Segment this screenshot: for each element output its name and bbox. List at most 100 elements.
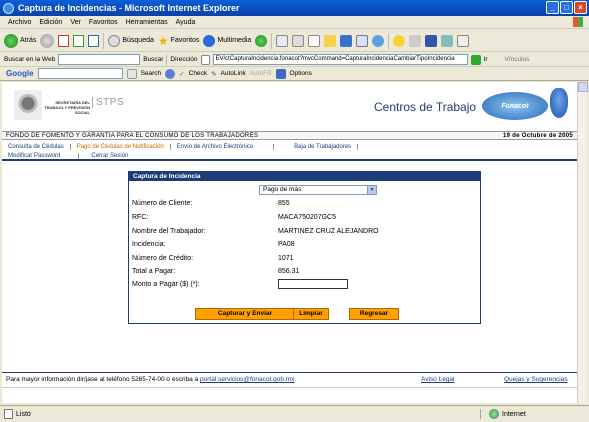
page-icon <box>4 409 13 419</box>
media-label: Multimedia <box>217 37 252 44</box>
links-label[interactable]: Vínculos <box>505 56 530 63</box>
print-icon[interactable] <box>292 34 305 47</box>
star-icon: ★ <box>157 33 169 48</box>
nav-baja-trabajadores[interactable]: Baja de Trabajadores <box>274 143 359 150</box>
menu-edicion[interactable]: Edición <box>39 19 62 26</box>
nav-modificar-password[interactable]: Modificar Password <box>2 152 80 159</box>
media-icon <box>203 34 216 47</box>
site-header: SECRETARÍA DEL TRABAJO Y PREVISIÓN SOCIA… <box>2 82 577 130</box>
amount-input[interactable] <box>278 279 348 289</box>
vertical-scrollbar[interactable] <box>577 82 588 403</box>
footer: Para mayor información diríjase al teléf… <box>6 376 574 383</box>
window-title: Captura de Incidencias - Microsoft Inter… <box>18 3 240 13</box>
field-value: PA08 <box>278 241 295 248</box>
media-button[interactable]: Multimedia <box>203 34 252 47</box>
options-icon <box>275 68 286 79</box>
menu-favoritos[interactable]: Favoritos <box>89 19 118 26</box>
discuss-icon[interactable] <box>324 34 337 47</box>
toolbar: Atrás Búsqueda ★ Favoritos Multimedia <box>0 30 589 52</box>
go-arrow-icon[interactable] <box>470 54 481 65</box>
minimize-button[interactable]: _ <box>546 1 559 14</box>
research-icon[interactable] <box>356 34 369 47</box>
edit-icon[interactable] <box>308 34 321 47</box>
autofill-button[interactable]: AutoFill <box>250 70 272 77</box>
fund-bar: FONDO DE FOMENTO Y GARANTIA PARA EL CONS… <box>2 131 577 140</box>
refresh-button[interactable] <box>73 34 85 47</box>
back-button[interactable]: Atrás <box>4 33 36 48</box>
ie-icon <box>3 2 14 14</box>
page-icon <box>200 54 210 65</box>
capturar-enviar-button[interactable]: Capturar y Enviar <box>195 308 295 320</box>
incidencia-type-select[interactable]: Pago de más ▼ <box>259 185 377 195</box>
scroll-up-arrow[interactable] <box>578 82 588 92</box>
search-label: Búsqueda <box>122 37 154 44</box>
check-icon: ✓ <box>179 70 185 78</box>
aviso-legal-link[interactable]: Aviso Legal <box>421 376 455 383</box>
footer-email-link[interactable]: portal.servicios@fonacot.gob.mx <box>200 376 294 383</box>
menu-ayuda[interactable]: Ayuda <box>176 19 196 26</box>
status-ready: Listo <box>0 409 480 419</box>
home-button[interactable] <box>88 34 100 47</box>
nav-envio-archivo[interactable]: Envío de Archivo Electrónico <box>171 143 275 150</box>
google-search-input[interactable] <box>37 68 123 79</box>
pagerank-icon[interactable] <box>165 68 176 79</box>
address-input[interactable]: EV/ctCapturaIncidencia.fonacot?mvcComman… <box>212 54 468 65</box>
google-toolbar: Google Search ✓ Check ✎ AutoLink AutoFil… <box>0 67 589 81</box>
direccion-label: Dirección <box>170 56 198 63</box>
messenger-icon[interactable] <box>340 34 353 47</box>
window-titlebar: Captura de Incidencias - Microsoft Inter… <box>0 0 589 16</box>
search-button[interactable]: Búsqueda <box>108 34 154 47</box>
web-search-label: Buscar en la Web <box>4 56 56 63</box>
network-icon[interactable] <box>372 34 385 47</box>
google-search-button[interactable]: Search <box>141 70 162 77</box>
incidencia-form: Captura de Incidencia Pago de más ▼ Núme… <box>128 171 481 324</box>
toolbar-extra-icon[interactable] <box>409 34 422 47</box>
mexico-seal-icon <box>14 90 42 120</box>
mail-icon[interactable] <box>276 34 289 47</box>
nav-consulta-cedulas[interactable]: Consulta de Cédulas <box>2 143 71 150</box>
field-label: Incidencia: <box>132 241 166 248</box>
page-viewport: SECRETARÍA DEL TRABAJO Y PREVISIÓN SOCIA… <box>2 82 577 403</box>
field-label: Número de Crédito: <box>132 255 194 262</box>
check-button[interactable]: Check <box>189 70 207 77</box>
toolbar-separator <box>388 32 390 49</box>
menu-ver[interactable]: Ver <box>70 19 81 26</box>
zone-text: Internet <box>502 410 526 418</box>
buscar-button[interactable]: Buscar <box>143 56 163 63</box>
google-logo[interactable]: Google <box>6 69 34 78</box>
regresar-button[interactable]: Regresar <box>349 308 399 320</box>
forward-button[interactable] <box>40 33 55 48</box>
go-button[interactable]: Ir <box>484 56 488 63</box>
menu-archivo[interactable]: Archivo <box>8 19 31 26</box>
close-button[interactable]: × <box>574 1 587 14</box>
toolbar-extra-icon[interactable] <box>425 34 438 47</box>
limpiar-button[interactable]: Limpiar <box>293 308 329 320</box>
status-bar: Listo Internet <box>0 405 589 422</box>
toolbar-separator <box>166 54 168 65</box>
magnifier-icon <box>108 34 121 47</box>
menubar: Archivo Edición Ver Favoritos Herramient… <box>0 16 589 29</box>
nav-pago-cedulas[interactable]: Pago de Cédulas de Notificación <box>71 143 171 150</box>
footer-bottom-divider <box>2 387 577 388</box>
secretaria-name: SECRETARÍA DEL TRABAJO Y PREVISIÓN SOCIA… <box>44 100 90 115</box>
smiley-icon[interactable] <box>393 34 406 47</box>
stop-button[interactable] <box>58 34 70 47</box>
menu-herramientas[interactable]: Herramientas <box>126 19 168 26</box>
maximize-button[interactable]: □ <box>560 1 573 14</box>
windows-flag-icon <box>573 17 583 27</box>
fonacot-mascot-icon <box>550 88 568 118</box>
toolbar-extra-icon[interactable] <box>441 34 454 47</box>
fund-name: FONDO DE FOMENTO Y GARANTIA PARA EL CONS… <box>6 132 259 139</box>
chevron-down-icon[interactable]: ▼ <box>367 186 376 194</box>
nav-cerrar-sesion[interactable]: Cerrar Sesión <box>79 153 134 159</box>
options-button[interactable]: Options <box>290 70 312 77</box>
field-label: Nombre del Trabajador: <box>132 228 206 235</box>
favorites-button[interactable]: ★ Favoritos <box>158 34 200 48</box>
history-icon[interactable] <box>255 34 268 47</box>
field-label: RFC: <box>132 214 149 221</box>
favorites-label: Favoritos <box>170 37 200 44</box>
toolbar-extra-icon[interactable] <box>457 34 470 47</box>
quejas-link[interactable]: Quejas y Sugerencias <box>504 376 568 383</box>
web-search-input[interactable] <box>58 54 141 65</box>
autolink-button[interactable]: AutoLink <box>221 70 246 77</box>
